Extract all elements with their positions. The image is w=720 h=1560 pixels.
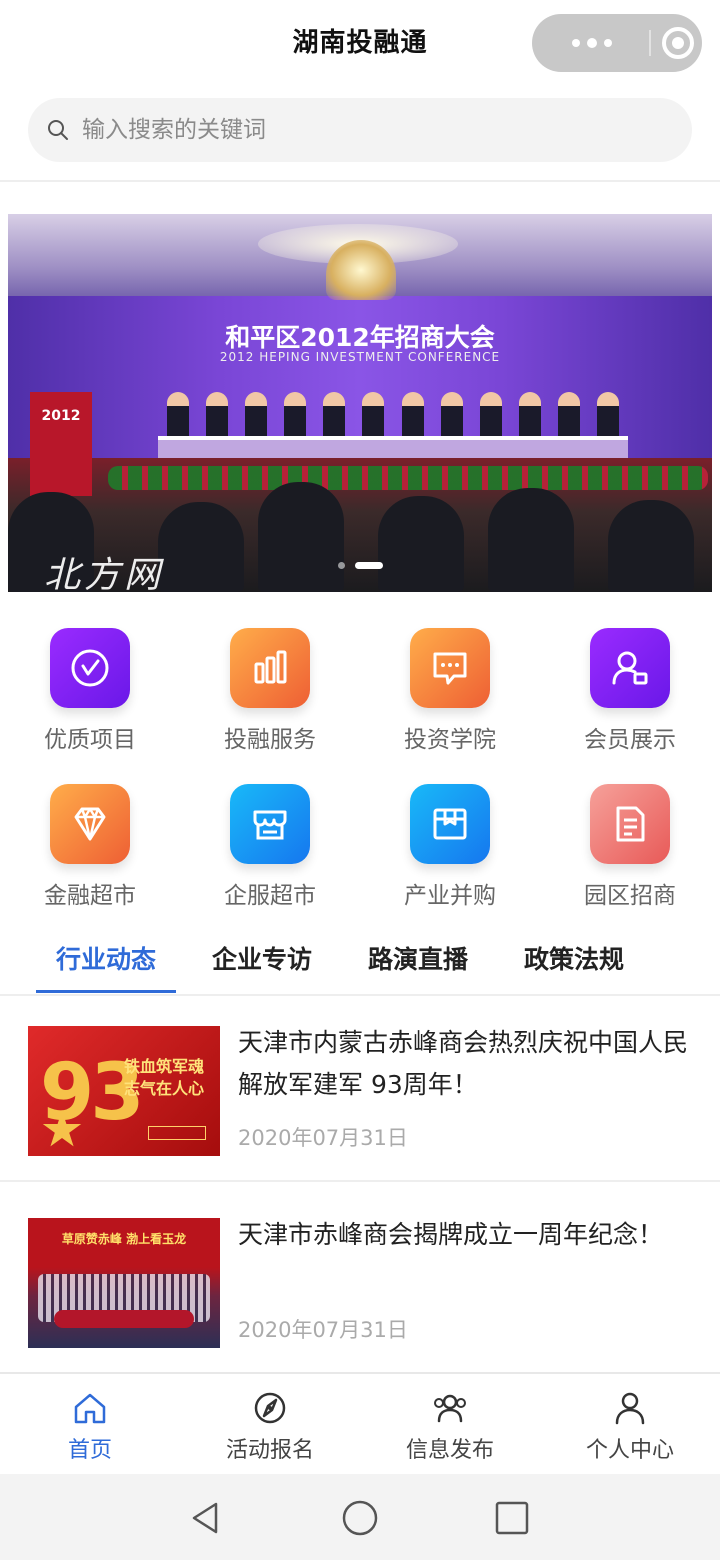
carousel-dot[interactable] <box>338 562 345 569</box>
grid-item-label: 优质项目 <box>44 727 136 753</box>
search-bar[interactable] <box>28 98 692 162</box>
diamond-icon <box>50 784 130 864</box>
grid-item-label: 产业并购 <box>404 883 496 909</box>
tab-roadshow-live[interactable]: 路演直播 <box>348 940 488 976</box>
grid-item-label: 企服超市 <box>224 883 316 909</box>
bottom-tab-bar: 首页 活动报名 信息发布 个人中心 <box>0 1372 720 1474</box>
grid-item-label: 投资学院 <box>404 727 496 753</box>
bar-chart-icon <box>230 628 310 708</box>
thumb-slogan: 铁血筑军魂 志气在人心 <box>124 1056 204 1100</box>
grid-item-quality-projects[interactable]: 优质项目 <box>0 624 180 764</box>
nav-personal-center[interactable]: 个人中心 <box>540 1374 720 1476</box>
active-tab-indicator <box>36 990 176 993</box>
grid-item-finance-market[interactable]: 金融超市 <box>0 780 180 920</box>
tab-enterprise-interviews[interactable]: 企业专访 <box>192 940 332 976</box>
grid-item-enterprise-service-market[interactable]: 企服超市 <box>180 780 360 920</box>
news-item[interactable]: 93 铁血筑军魂 志气在人心 天津市内蒙古赤峰商会热烈庆祝中国人民解放军建军 9… <box>0 996 720 1182</box>
banner-stage-title: 和平区2012年招商大会 <box>225 323 495 352</box>
grid-item-investment-academy[interactable]: 投资学院 <box>360 624 540 764</box>
grid-item-label: 园区招商 <box>584 883 676 909</box>
news-headline: 天津市内蒙古赤峰商会热烈庆祝中国人民解放军建军 93周年！ <box>238 1028 689 1099</box>
people-icon <box>434 1394 466 1423</box>
thumb-slogan-line: 志气在人心 <box>124 1079 205 1098</box>
back-icon[interactable] <box>186 1498 226 1538</box>
grid-item-label: 金融超市 <box>44 883 136 909</box>
chat-bubble-icon <box>410 628 490 708</box>
news-thumbnail: 草原赞赤峰 渤上看玉龙 <box>28 1218 220 1348</box>
news-date: 2020年07月31日 <box>238 1318 408 1342</box>
capsule-divider <box>649 30 651 56</box>
grid-item-label: 会员展示 <box>584 727 676 753</box>
package-icon <box>410 784 490 864</box>
home-circle-icon[interactable] <box>340 1498 380 1538</box>
search-icon <box>48 120 68 140</box>
news-date: 2020年07月31日 <box>238 1126 408 1150</box>
nav-label: 个人中心 <box>585 1438 674 1463</box>
thumb-slogan-line: 铁血筑军魂 <box>124 1057 205 1076</box>
tab-policies[interactable]: 政策法规 <box>504 940 644 976</box>
miniprogram-capsule <box>532 14 702 72</box>
storefront-icon <box>230 784 310 864</box>
carousel-indicator <box>338 562 383 569</box>
clock-check-icon <box>50 628 130 708</box>
carousel-dot-active[interactable] <box>355 562 383 569</box>
compass-icon <box>254 1392 286 1424</box>
grid-item-label: 投融服务 <box>224 727 316 753</box>
grid-item-financing-services[interactable]: 投融服务 <box>180 624 360 764</box>
news-headline: 天津市赤峰商会揭牌成立一周年纪念！ <box>238 1220 664 1249</box>
nav-info-publish[interactable]: 信息发布 <box>360 1374 540 1476</box>
banner-watermark: 北方网 <box>44 555 165 592</box>
grid-item-member-showcase[interactable]: 会员展示 <box>540 624 720 764</box>
user-card-icon <box>590 628 670 708</box>
banner-carousel[interactable]: 和平区2012年招商大会 2012 HEPING INVESTMENT CONF… <box>8 214 712 592</box>
thumb-red-banner <box>54 1310 194 1328</box>
category-tabs: 行业动态 企业专访 路演直播 政策法规 <box>0 930 720 996</box>
news-divider <box>0 1180 720 1182</box>
news-thumbnail: 93 铁血筑军魂 志气在人心 <box>28 1026 220 1156</box>
search-input[interactable] <box>82 117 642 143</box>
thumb-banner-text: 草原赞赤峰 渤上看玉龙 <box>61 1232 187 1246</box>
header: 湖南投融通 <box>0 0 720 182</box>
home-icon <box>74 1393 106 1424</box>
nav-label: 活动报名 <box>225 1438 314 1463</box>
banner-panel-people <box>158 392 628 438</box>
nav-home[interactable]: 首页 <box>0 1374 180 1476</box>
nav-label: 信息发布 <box>405 1438 494 1463</box>
news-item[interactable]: 草原赞赤峰 渤上看玉龙 天津市赤峰商会揭牌成立一周年纪念！ 2020年07月31… <box>0 1188 720 1374</box>
system-navigation-bar <box>0 1474 720 1560</box>
banner-podium-text: 2012 <box>41 408 81 424</box>
close-target-icon[interactable] <box>662 27 694 59</box>
grid-item-industry-ma[interactable]: 产业并购 <box>360 780 540 920</box>
person-icon <box>615 1392 645 1425</box>
banner-stage-subtitle: 2012 HEPING INVESTMENT CONFERENCE <box>219 350 501 364</box>
document-icon <box>590 784 670 864</box>
tab-industry-news[interactable]: 行业动态 <box>36 940 176 976</box>
grid-item-park-investment[interactable]: 园区招商 <box>540 780 720 920</box>
recents-icon[interactable] <box>492 1498 532 1538</box>
more-icon[interactable] <box>554 14 630 72</box>
nav-label: 首页 <box>67 1438 112 1463</box>
nav-event-signup[interactable]: 活动报名 <box>180 1374 360 1476</box>
thumb-stamp <box>148 1126 206 1140</box>
